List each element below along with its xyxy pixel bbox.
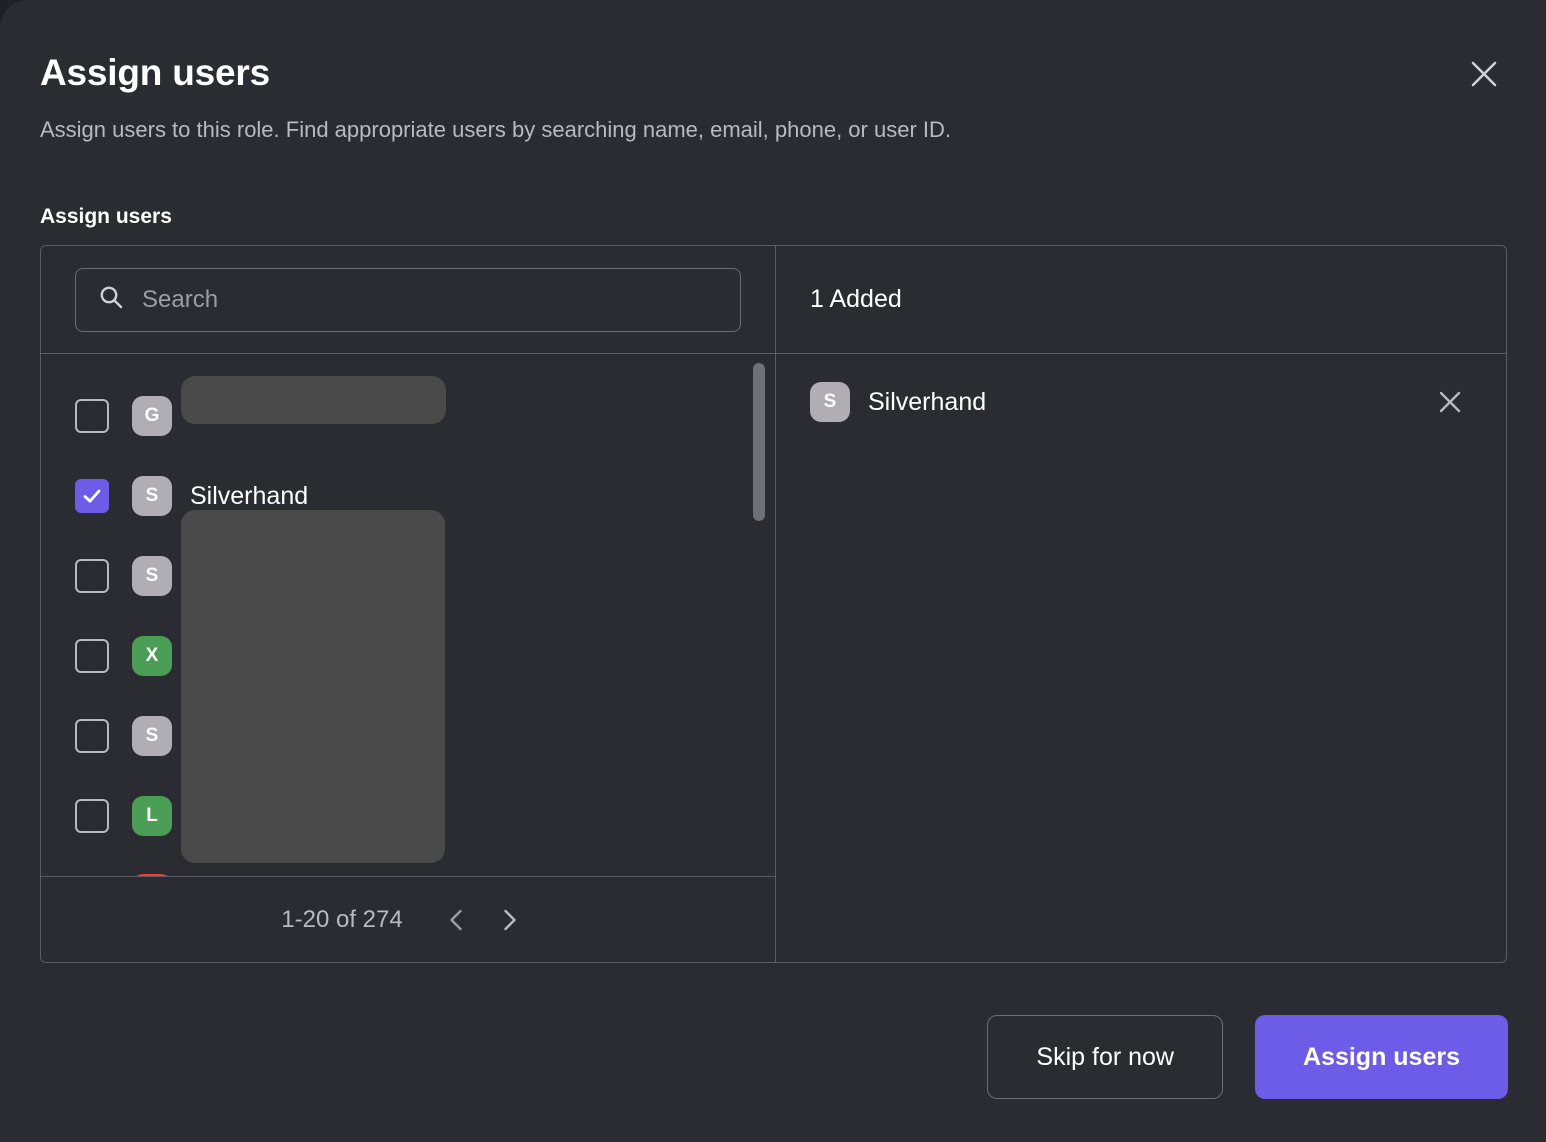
user-checkbox[interactable] (75, 639, 109, 673)
avatar: S (132, 556, 172, 596)
search-box[interactable] (75, 268, 741, 332)
scrollbar-thumb[interactable] (753, 363, 765, 521)
user-checkbox[interactable] (75, 719, 109, 753)
page-title: Assign users (40, 50, 270, 96)
pagination: 1-20 of 274 (41, 876, 775, 962)
list-scrollbar[interactable] (753, 354, 765, 876)
user-checkbox[interactable] (75, 799, 109, 833)
added-header: 1 Added (776, 246, 1506, 354)
avatar: S (132, 716, 172, 756)
added-list: S Silverhand (776, 354, 1506, 962)
search-bar (41, 246, 775, 354)
search-input[interactable] (142, 286, 718, 314)
avatar: S (810, 382, 850, 422)
user-list-item[interactable]: S Silverhand (41, 456, 775, 536)
avatar: X (132, 636, 172, 676)
skip-for-now-button[interactable]: Skip for now (987, 1015, 1223, 1099)
search-icon (98, 284, 124, 315)
dialog-subtitle: Assign users to this role. Find appropri… (40, 114, 951, 146)
avatar: G (132, 396, 172, 436)
added-user-name: Silverhand (868, 388, 1428, 417)
user-list-item[interactable]: L (41, 776, 775, 856)
user-list-item[interactable]: S (41, 536, 775, 616)
available-users-pane: GSSilverhandSXSLT 1-20 of 274 (41, 246, 776, 962)
chevron-left-icon[interactable] (431, 894, 483, 946)
added-user-item: S Silverhand (776, 354, 1506, 450)
close-icon[interactable] (1462, 52, 1506, 96)
assign-users-dialog: Assign users Assign users to this role. … (0, 0, 1546, 1142)
section-label-assign-users: Assign users (40, 203, 172, 231)
dialog-footer: Skip for now Assign users (987, 1015, 1508, 1099)
added-users-pane: 1 Added S Silverhand (776, 246, 1506, 962)
avatar: S (132, 476, 172, 516)
avatar: T (132, 874, 172, 876)
user-list-item[interactable]: T (41, 854, 775, 876)
added-count-label: 1 Added (810, 285, 902, 314)
pagination-range: 1-20 of 274 (281, 906, 402, 934)
remove-user-icon[interactable] (1428, 380, 1472, 424)
user-checkbox[interactable] (75, 559, 109, 593)
user-list-item[interactable]: X (41, 616, 775, 696)
user-list-item[interactable]: G (41, 376, 775, 456)
user-picker: GSSilverhandSXSLT 1-20 of 274 (40, 245, 1507, 963)
user-name: Silverhand (190, 482, 308, 511)
chevron-right-icon[interactable] (483, 894, 535, 946)
user-checkbox[interactable] (75, 479, 109, 513)
user-list[interactable]: GSSilverhandSXSLT (41, 354, 775, 876)
user-list-item[interactable]: S (41, 696, 775, 776)
avatar: L (132, 796, 172, 836)
assign-users-button[interactable]: Assign users (1255, 1015, 1508, 1099)
user-checkbox[interactable] (75, 399, 109, 433)
